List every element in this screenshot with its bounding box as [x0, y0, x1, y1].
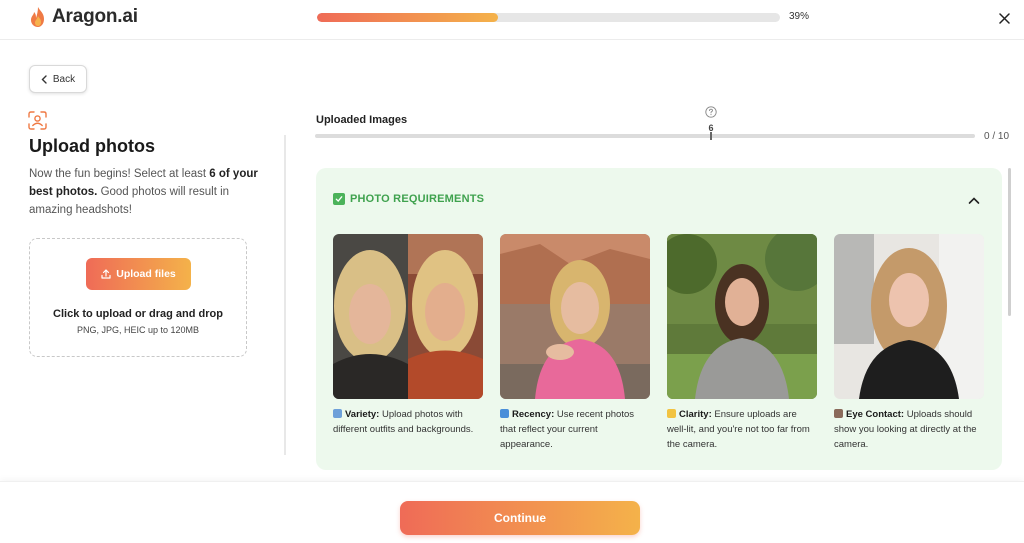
logo: Aragon.ai	[28, 6, 138, 28]
recency-caption: Recency: Use recent photos that reflect …	[500, 409, 634, 450]
sun-icon	[667, 409, 676, 418]
progress-fill	[317, 13, 498, 22]
back-label: Back	[52, 73, 76, 85]
continue-button[interactable]: Continue	[400, 501, 640, 535]
help-icon[interactable]	[705, 106, 717, 118]
shirt-icon	[333, 409, 342, 418]
collapse-button[interactable]	[967, 194, 981, 206]
dropzone-formats: PNG, JPG, HEIC up to 120MB	[76, 325, 200, 335]
upload-description: Now the fun begins! Select at least 6 of…	[29, 168, 258, 216]
scrollbar[interactable]	[1008, 168, 1011, 316]
variety-example-photo	[333, 234, 483, 399]
requirement-card-recency: Recency: Use recent photos that reflect …	[500, 234, 650, 452]
check-mark-icon	[333, 193, 345, 205]
dropzone-instructions: Click to upload or drag and drop	[53, 308, 223, 320]
upload-files-button[interactable]: Upload files	[86, 258, 191, 290]
chevron-up-icon	[968, 197, 980, 204]
requirement-card-eye-contact: Eye Contact: Uploads should show you loo…	[834, 234, 984, 452]
uploaded-images-label: Uploaded Images	[316, 114, 408, 126]
upload-dropzone[interactable]: Upload files Click to upload or drag and…	[29, 238, 247, 357]
requirements-title: PHOTO REQUIREMENTS	[350, 193, 485, 205]
upload-files-label: Upload files	[116, 268, 176, 280]
page-title: Upload photos	[29, 136, 155, 156]
minimum-marker-tick	[710, 132, 712, 140]
chevron-left-icon	[41, 74, 47, 84]
face-scan-icon	[28, 111, 47, 130]
requirements-header: PHOTO REQUIREMENTS	[333, 193, 484, 205]
eye-contact-example-photo	[834, 234, 984, 399]
flame-logo-icon	[31, 7, 44, 27]
progress-bar	[317, 13, 780, 22]
clarity-caption: Clarity: Ensure uploads are well-lit, an…	[667, 409, 810, 450]
requirement-card-variety: Variety: Upload photos with different ou…	[333, 234, 483, 437]
clarity-example-photo	[667, 234, 817, 399]
panel-divider	[284, 135, 286, 455]
uploads-progress-track	[315, 134, 975, 138]
uploads-count: 0 / 10	[984, 131, 1010, 142]
variety-caption: Variety: Upload photos with different ou…	[333, 409, 474, 435]
top-bar: Aragon.ai 39%	[0, 0, 1024, 40]
close-button[interactable]	[995, 9, 1013, 27]
progress-percent: 39%	[789, 11, 810, 22]
eye-contact-caption: Eye Contact: Uploads should show you loo…	[834, 409, 977, 450]
back-button[interactable]: Back	[29, 65, 87, 93]
app-name: Aragon.ai	[52, 6, 138, 27]
new-badge-icon	[500, 409, 509, 418]
photo-requirements-panel: PHOTO REQUIREMENTS Variety: Upload photo…	[316, 168, 1002, 470]
requirement-card-clarity: Clarity: Ensure uploads are well-lit, an…	[667, 234, 817, 452]
upload-icon	[101, 269, 111, 279]
recency-example-photo	[500, 234, 650, 399]
close-icon	[998, 12, 1010, 24]
eye-icon	[834, 409, 843, 418]
